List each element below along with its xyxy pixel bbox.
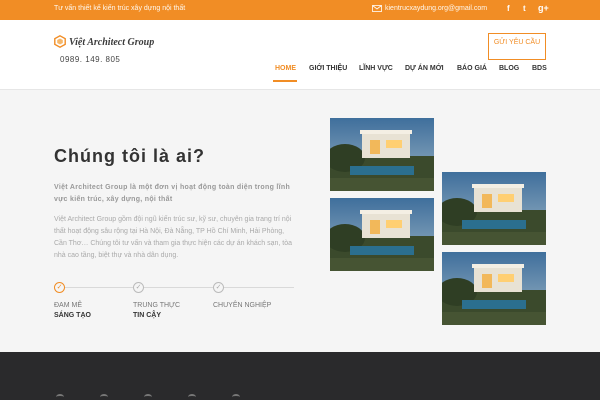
nav-pricing[interactable]: BÁO GIÁ [457, 65, 487, 72]
tagline: Tư vấn thiết kế kiến trúc xây dựng nội t… [54, 5, 186, 12]
top-bar: Tư vấn thiết kế kiến trúc xây dựng nội t… [0, 0, 600, 20]
email-link[interactable]: kientruc­xaydung.org@gmail.com [385, 5, 487, 12]
steps-line [54, 287, 294, 288]
phone-number: 0989. 149. 805 [60, 55, 121, 64]
dark-section [0, 352, 600, 400]
logo-text[interactable]: Việt Architect Group [69, 37, 154, 48]
nav-home[interactable]: HOME [275, 65, 296, 72]
nav-about[interactable]: GIỚI THIỆU [309, 65, 347, 72]
mail-icon [372, 5, 382, 12]
nav-blog[interactable]: BLOG [499, 65, 519, 72]
footer-decoration [56, 394, 64, 400]
villa-photo[interactable] [442, 172, 546, 245]
step-sub: TIN CẬY [133, 312, 161, 319]
intro-text: Việt Architect Group là một đơn vị hoạt … [54, 184, 291, 203]
active-nav-indicator [273, 80, 297, 82]
footer-decoration [144, 394, 152, 400]
header: Việt Architect Group 0989. 149. 805 GỬI … [0, 20, 600, 90]
section-title: Chúng tôi là ai? [54, 146, 205, 166]
villa-photo[interactable] [330, 198, 434, 271]
step-label: ĐAM MÊ [54, 302, 82, 309]
twitter-icon[interactable]: t [523, 4, 526, 13]
villa-photo[interactable] [442, 252, 546, 325]
check-icon: ✓ [54, 282, 65, 293]
send-request-button[interactable]: GỬI YÊU CẦU [488, 33, 546, 60]
step-label: TRUNG THỰC [133, 302, 181, 309]
villa-photo[interactable] [330, 118, 434, 191]
about-section: Chúng tôi là ai? Việt Architect Group là… [0, 90, 600, 352]
google-plus-icon[interactable]: g+ [538, 3, 549, 13]
nav-new-projects[interactable]: DỰ ÁN MỚI [405, 65, 444, 72]
step-sub: SÁNG TẠO [54, 312, 91, 319]
logo-icon[interactable] [54, 35, 66, 48]
footer-decoration [100, 394, 108, 400]
step-label: CHUYÊN NGHIỆP [213, 302, 272, 309]
nav-fields[interactable]: LĨNH VỰC [359, 65, 393, 72]
check-icon: ✓ [133, 282, 144, 293]
check-icon: ✓ [213, 282, 224, 293]
description-text: Việt Architect Group gồm đội ngũ kiến tr… [54, 216, 292, 259]
footer-decoration [232, 394, 240, 400]
footer-decoration [188, 394, 196, 400]
facebook-icon[interactable]: f [507, 4, 510, 13]
nav-bds[interactable]: BDS [532, 65, 547, 72]
